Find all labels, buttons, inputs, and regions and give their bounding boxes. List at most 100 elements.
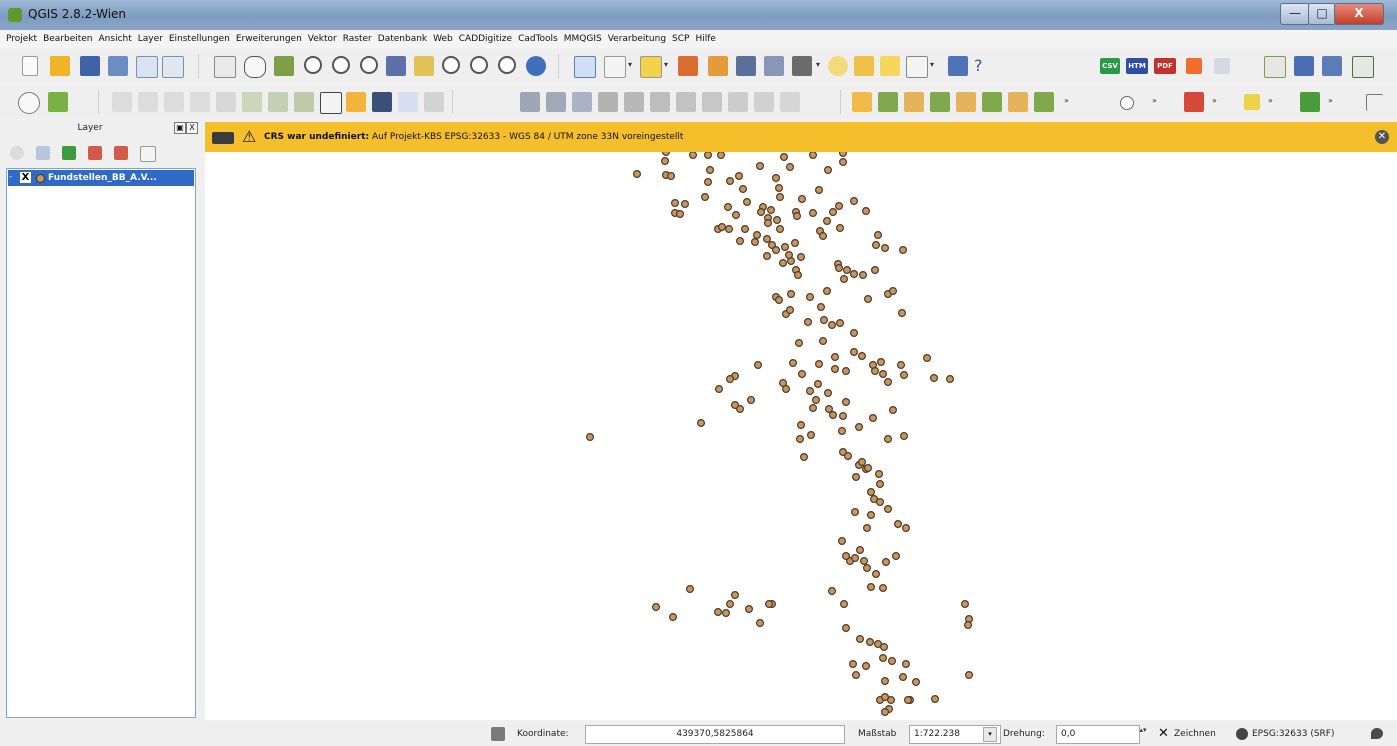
map-point-feature[interactable] <box>784 250 793 259</box>
zoom-in-icon[interactable] <box>304 56 322 74</box>
layer-item[interactable]: - X Fundstellen_BB_A.V... <box>8 170 194 186</box>
print-composer-icon[interactable] <box>136 56 158 78</box>
map-point-feature[interactable] <box>848 660 857 669</box>
map-point-feature[interactable] <box>866 583 875 592</box>
map-point-feature[interactable] <box>871 570 880 579</box>
map-point-feature[interactable] <box>863 464 872 473</box>
filter-icon[interactable] <box>62 146 76 160</box>
map-point-feature[interactable] <box>945 375 954 384</box>
menu-hilfe[interactable]: Hilfe <box>692 30 718 48</box>
map-point-feature[interactable] <box>771 245 780 254</box>
map-point-feature[interactable] <box>839 152 847 157</box>
map-point-feature[interactable] <box>888 406 897 415</box>
map-point-feature[interactable] <box>818 337 827 346</box>
map-point-feature[interactable] <box>762 234 771 243</box>
whats-this-icon[interactable]: ? <box>974 56 994 76</box>
map-point-feature[interactable] <box>891 552 900 561</box>
map-point-feature[interactable] <box>870 265 879 274</box>
map-point-feature[interactable] <box>818 231 827 240</box>
map-canvas[interactable] <box>205 152 1397 720</box>
layer-expander[interactable]: - <box>9 172 17 182</box>
map-point-feature[interactable] <box>803 318 812 327</box>
map-point-feature[interactable] <box>858 270 867 279</box>
map-point-feature[interactable] <box>823 166 832 175</box>
add-delimited-text-icon[interactable] <box>1352 56 1374 78</box>
map-tips-icon[interactable] <box>828 56 848 76</box>
map-point-feature[interactable] <box>841 552 850 561</box>
map-point-feature[interactable] <box>808 404 817 413</box>
map-point-feature[interactable] <box>834 263 843 272</box>
zoom-selection-icon[interactable] <box>498 56 516 74</box>
map-point-feature[interactable] <box>774 296 783 305</box>
map-point-feature[interactable] <box>778 258 787 267</box>
map-point-feature[interactable] <box>730 591 739 600</box>
map-point-feature[interactable] <box>880 692 889 701</box>
map-point-feature[interactable] <box>868 414 877 423</box>
digitize-4-icon[interactable] <box>930 92 950 112</box>
map-point-feature[interactable] <box>835 223 844 232</box>
pan-hand-icon[interactable] <box>244 56 266 78</box>
map-point-feature[interactable] <box>866 511 875 520</box>
menu-bearbeiten[interactable]: Bearbeiten <box>40 30 95 48</box>
map-point-feature[interactable] <box>823 389 832 398</box>
export-pdf-button[interactable]: PDF <box>1154 58 1176 74</box>
map-point-feature[interactable] <box>893 520 902 529</box>
digitize-7-icon[interactable] <box>1008 92 1028 112</box>
map-point-feature[interactable] <box>750 237 759 246</box>
map-point-feature[interactable] <box>734 172 743 181</box>
scale-dropdown-button[interactable]: ▾ <box>983 727 997 742</box>
crosshair-icon[interactable] <box>1366 94 1383 111</box>
remove-layer-icon[interactable] <box>140 146 156 162</box>
menu-datenbank[interactable]: Datenbank <box>375 30 430 48</box>
map-point-feature[interactable] <box>735 236 744 245</box>
map-point-feature[interactable] <box>878 370 887 379</box>
map-point-feature[interactable] <box>746 396 755 405</box>
map-point-feature[interactable] <box>704 178 713 187</box>
map-point-feature[interactable] <box>855 546 864 555</box>
map-point-feature[interactable] <box>903 695 912 704</box>
map-point-feature[interactable] <box>830 365 839 374</box>
menu-einstellungen[interactable]: Einstellungen <box>166 30 233 48</box>
map-point-feature[interactable] <box>874 470 883 479</box>
vector-op-6-icon[interactable] <box>650 92 670 112</box>
node-tool-icon[interactable] <box>1184 92 1204 112</box>
map-point-feature[interactable] <box>854 423 863 432</box>
map-point-feature[interactable] <box>839 600 848 609</box>
map-point-feature[interactable] <box>633 170 642 179</box>
refresh-icon[interactable] <box>526 56 546 76</box>
more-plugin-button[interactable]: » <box>1328 96 1333 105</box>
digitize-8-icon[interactable] <box>1034 92 1054 112</box>
map-point-feature[interactable] <box>763 218 772 227</box>
show-bookmarks-icon[interactable] <box>880 56 900 76</box>
map-point-feature[interactable] <box>822 216 831 225</box>
maximize-button[interactable]: □ <box>1308 3 1336 25</box>
more-label-button[interactable]: » <box>1268 96 1273 105</box>
grid-icon[interactable] <box>320 92 342 114</box>
map-point-feature[interactable] <box>661 156 670 166</box>
map-point-feature[interactable] <box>816 303 825 312</box>
map-point-feature[interactable] <box>901 660 910 669</box>
map-point-feature[interactable] <box>714 608 723 617</box>
map-point-feature[interactable] <box>725 375 734 384</box>
map-point-feature[interactable] <box>717 152 725 159</box>
export-htm-button[interactable]: HTM <box>1126 58 1148 74</box>
map-point-feature[interactable] <box>822 287 831 296</box>
digitize-2-icon[interactable] <box>878 92 898 112</box>
map-point-feature[interactable] <box>960 600 969 609</box>
map-point-feature[interactable] <box>721 609 730 618</box>
map-point-feature[interactable] <box>706 166 715 175</box>
export-csv-button[interactable]: CSV <box>1100 58 1120 74</box>
map-point-feature[interactable] <box>686 585 695 594</box>
map-point-feature[interactable] <box>799 453 808 462</box>
menu-layer[interactable]: Layer <box>135 30 166 48</box>
menu-caddigitize[interactable]: CADDigitize <box>456 30 515 48</box>
map-point-feature[interactable] <box>775 192 784 201</box>
add-vector-icon[interactable] <box>1264 56 1286 78</box>
measure-icon[interactable] <box>792 56 812 76</box>
map-point-feature[interactable] <box>901 524 910 533</box>
map-point-feature[interactable] <box>875 498 884 507</box>
map-point-feature[interactable] <box>911 677 920 686</box>
map-point-feature[interactable] <box>723 202 732 211</box>
map-point-feature[interactable] <box>785 306 794 315</box>
map-point-feature[interactable] <box>863 295 872 304</box>
